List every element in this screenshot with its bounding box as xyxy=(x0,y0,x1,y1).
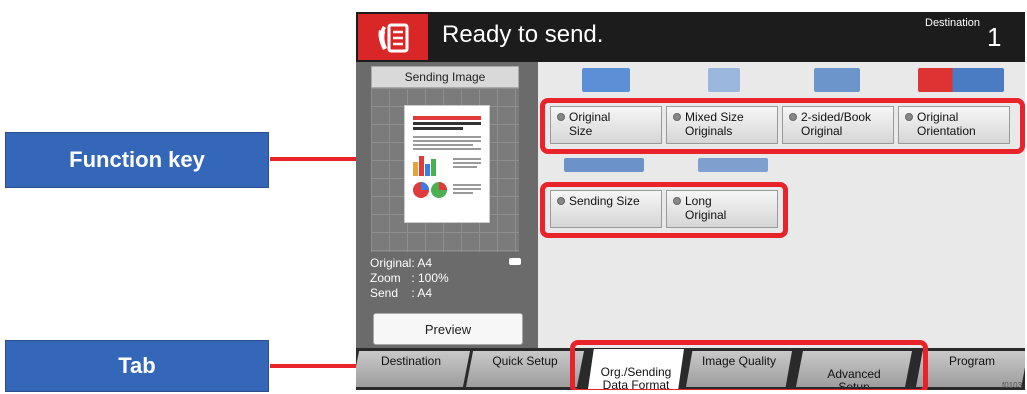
mixed-size-icon xyxy=(708,68,740,92)
figure: Function key Tab Ready to send. Destinat… xyxy=(0,0,1027,394)
info-zoom: Zoom : 100% xyxy=(370,271,449,285)
function-key-highlight-row1 xyxy=(540,98,1025,154)
destination-label: Destination xyxy=(925,17,981,29)
destination-count: 1 xyxy=(987,22,1002,52)
orientation-preview-icon xyxy=(918,68,1004,92)
original-size-icon xyxy=(582,68,630,92)
function-area: Original Size Mixed Size Originals 2-sid… xyxy=(538,62,1025,348)
info-send: Send : A4 xyxy=(370,286,433,300)
preview-header: Sending Image xyxy=(371,66,519,88)
status-message: Ready to send. xyxy=(442,21,604,48)
sending-size-icon xyxy=(564,158,644,172)
duplex-icon xyxy=(814,68,860,92)
send-document-icon xyxy=(358,14,428,60)
function-key-callout-label: Function key xyxy=(69,147,205,172)
tab-highlight xyxy=(570,340,928,390)
control-panel-screen: Ready to send. Destination 1 Sending Ima… xyxy=(356,12,1025,390)
tab-callout: Tab xyxy=(5,340,269,392)
tab-quick-setup[interactable]: Quick Setup xyxy=(466,351,584,387)
figure-caption: f0103 xyxy=(1002,381,1023,390)
info-original: Original : A4 xyxy=(370,256,433,270)
function-key-highlight-row2 xyxy=(540,182,788,238)
long-original-icon xyxy=(698,158,768,172)
preview-button[interactable]: Preview xyxy=(373,313,523,345)
orientation-icon xyxy=(509,258,521,265)
document-thumbnail xyxy=(404,105,490,223)
function-key-callout: Function key xyxy=(5,132,269,188)
tab-destination[interactable]: Destination xyxy=(356,351,470,387)
tab-callout-label: Tab xyxy=(118,353,156,378)
preview-panel: Sending Image Original: A4 Zoom: 100% … xyxy=(356,62,538,348)
status-bar: Ready to send. Destination 1 xyxy=(356,12,1025,62)
tab-bar: Destination Quick Setup Org./Sending Dat… xyxy=(356,340,1025,390)
